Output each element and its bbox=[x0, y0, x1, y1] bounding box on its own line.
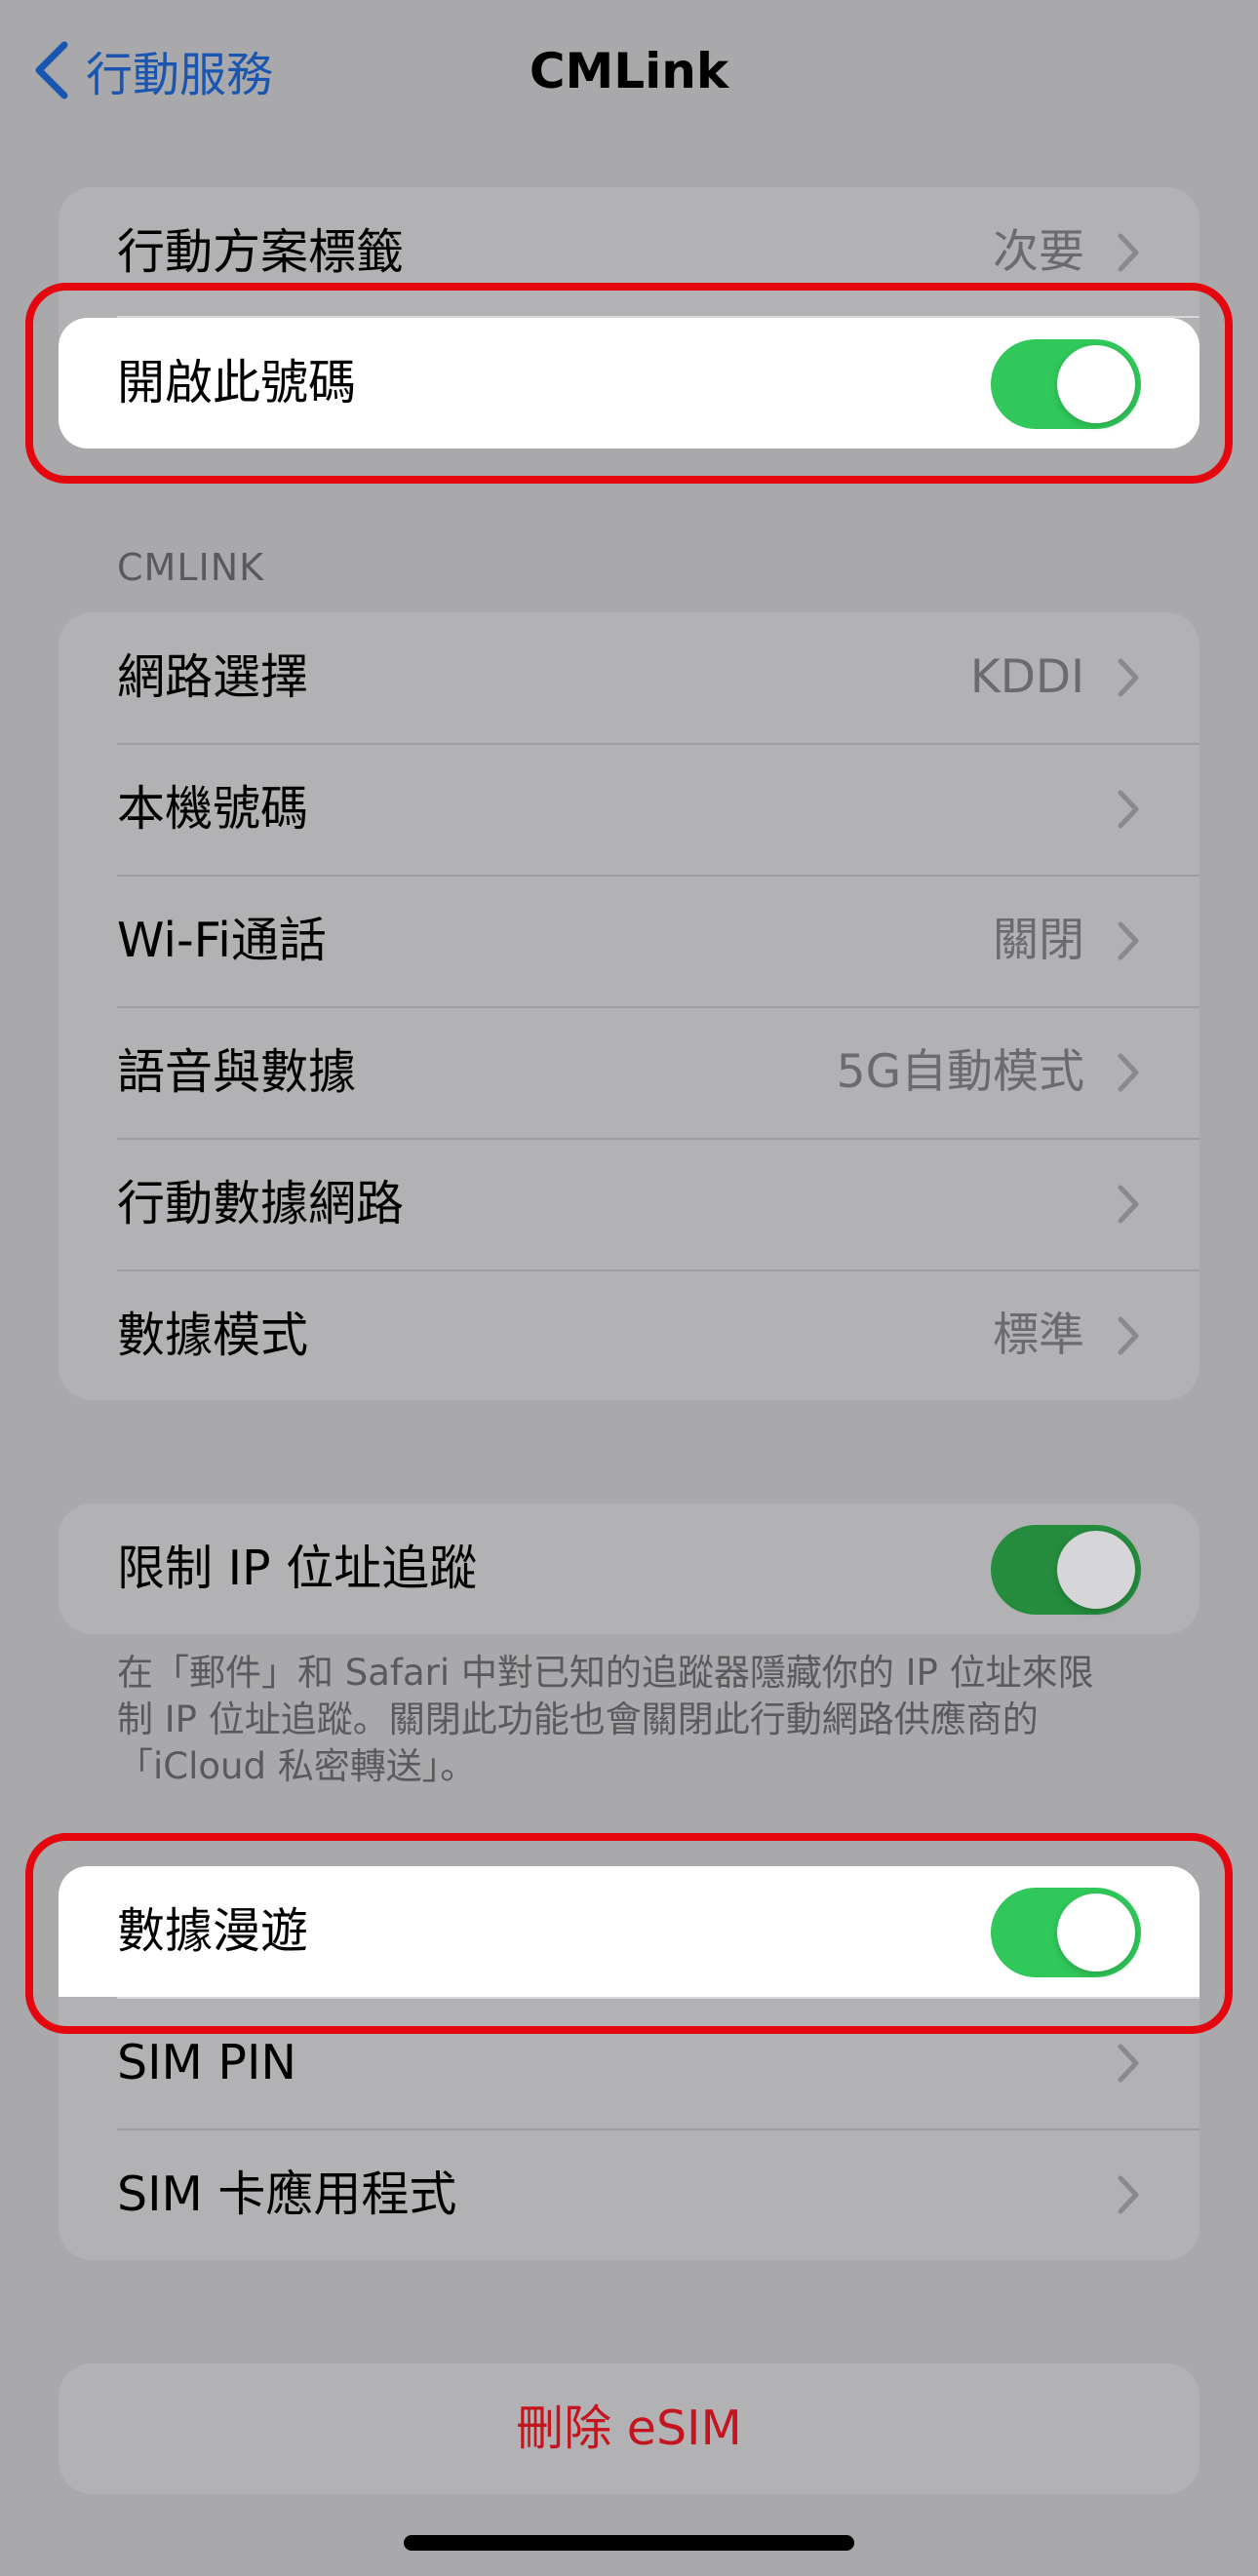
network-selection-label: 網路選擇 bbox=[117, 649, 309, 705]
chevron-right-icon bbox=[1118, 921, 1139, 960]
limit-ip-group: 限制 IP 位址追蹤 bbox=[59, 1503, 1199, 1634]
data-mode-label: 數據模式 bbox=[117, 1308, 309, 1363]
page-title: CMLink bbox=[529, 43, 729, 99]
chevron-right-icon bbox=[1118, 2175, 1139, 2214]
my-number-label: 本機號碼 bbox=[117, 781, 309, 837]
highlight-frame bbox=[25, 283, 1233, 484]
cellular-data-network-label: 行動數據網路 bbox=[117, 1176, 405, 1231]
cellular-data-network-row[interactable]: 行動數據網路 bbox=[59, 1139, 1199, 1269]
chevron-right-icon bbox=[1118, 790, 1139, 829]
network-settings-group: 網路選擇 KDDI 本機號碼 Wi-Fi通話 關閉 語音與數據 5G自動模式 行… bbox=[59, 612, 1199, 1400]
highlight-frame bbox=[25, 1833, 1233, 2034]
wifi-calling-label: Wi-Fi通話 bbox=[117, 913, 327, 968]
limit-ip-toggle[interactable] bbox=[991, 1525, 1141, 1615]
chevron-right-icon bbox=[1118, 2044, 1139, 2083]
limit-ip-footer-note: 在「郵件」和 Safari 中對已知的追蹤器隱藏你的 IP 位址來限制 IP 位… bbox=[117, 1652, 1094, 1787]
chevron-right-icon bbox=[1118, 658, 1139, 697]
toggle-knob bbox=[1057, 1531, 1135, 1609]
my-number-row[interactable]: 本機號碼 bbox=[59, 744, 1199, 875]
voice-data-value: 5G自動模式 bbox=[836, 1045, 1084, 1099]
chevron-right-icon bbox=[1118, 1185, 1139, 1224]
sim-apps-row[interactable]: SIM 卡應用程式 bbox=[59, 2129, 1199, 2260]
network-selection-value: KDDI bbox=[969, 650, 1084, 704]
limit-ip-label: 限制 IP 位址追蹤 bbox=[117, 1541, 478, 1596]
section-header: CMLINK bbox=[117, 546, 265, 589]
chevron-right-icon bbox=[1118, 233, 1139, 272]
home-indicator[interactable] bbox=[404, 2535, 854, 2551]
limit-ip-row: 限制 IP 位址追蹤 bbox=[59, 1503, 1199, 1634]
delete-esim-button[interactable]: 刪除 eSIM bbox=[59, 2363, 1199, 2494]
network-selection-row[interactable]: 網路選擇 KDDI bbox=[59, 612, 1199, 743]
data-mode-row[interactable]: 數據模式 標準 bbox=[59, 1270, 1199, 1400]
data-mode-value: 標準 bbox=[993, 1308, 1084, 1362]
navigation-bar: 行動服務 CMLink bbox=[0, 0, 1258, 141]
wifi-calling-row[interactable]: Wi-Fi通話 關閉 bbox=[59, 876, 1199, 1006]
wifi-calling-value: 關閉 bbox=[993, 914, 1084, 967]
chevron-right-icon bbox=[1118, 1053, 1139, 1092]
chevron-right-icon bbox=[1118, 1316, 1139, 1355]
sim-apps-label: SIM 卡應用程式 bbox=[117, 2166, 457, 2222]
voice-data-label: 語音與數據 bbox=[117, 1044, 357, 1100]
voice-data-row[interactable]: 語音與數據 5G自動模式 bbox=[59, 1007, 1199, 1138]
